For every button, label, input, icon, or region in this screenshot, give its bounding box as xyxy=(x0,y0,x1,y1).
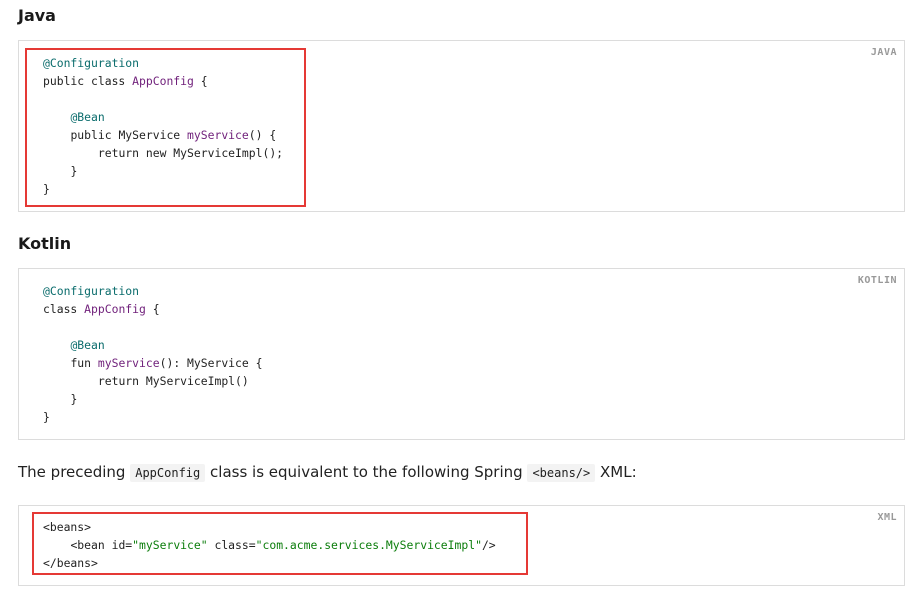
inline-code-beans: <beans/> xyxy=(527,464,596,482)
code-identifier: AppConfig xyxy=(132,74,194,88)
java-heading: Java xyxy=(18,6,56,25)
code-string: "com.acme.services.MyServiceImpl" xyxy=(255,538,482,552)
xml-code: <beans> <bean id="myService" class="com.… xyxy=(43,518,496,572)
code-annotation: @Configuration xyxy=(43,284,140,298)
paragraph-text: class is equivalent to the following Spr… xyxy=(210,463,523,481)
code-line: class xyxy=(43,302,85,316)
code-line: } xyxy=(70,392,78,406)
java-lang-tag: JAVA xyxy=(870,47,897,58)
code-line: } xyxy=(43,410,50,424)
code-line: /> xyxy=(481,538,496,552)
code-line: public class xyxy=(43,74,133,88)
code-line: () { xyxy=(248,128,277,142)
kotlin-code: @Configuration class AppConfig { @Bean f… xyxy=(43,282,262,426)
kotlin-code-block: KOTLIN @Configuration class AppConfig { … xyxy=(18,268,905,440)
xml-code-block: XML <beans> <bean id="myService" class="… xyxy=(18,505,905,586)
code-line: class= xyxy=(207,538,256,552)
code-string: "myService" xyxy=(132,538,208,552)
java-code: @Configuration public class AppConfig { … xyxy=(43,54,283,198)
code-line: </beans> xyxy=(43,556,98,570)
code-line: fun xyxy=(70,356,98,370)
code-line: } xyxy=(70,164,78,178)
code-line: } xyxy=(43,182,50,196)
code-line: { xyxy=(193,74,208,88)
java-code-block: JAVA @Configuration public class AppConf… xyxy=(18,40,905,212)
paragraph-text: The preceding xyxy=(18,463,126,481)
code-line: { xyxy=(145,302,160,316)
code-line: public MyService xyxy=(70,128,188,142)
code-identifier: myService xyxy=(97,356,160,370)
code-line: (): MyService { xyxy=(159,356,263,370)
code-identifier: AppConfig xyxy=(84,302,146,316)
code-annotation: @Bean xyxy=(70,338,105,352)
code-line: return new MyServiceImpl(); xyxy=(97,146,284,160)
code-identifier: myService xyxy=(187,128,249,142)
code-line: <bean id= xyxy=(70,538,133,552)
code-line: return MyServiceImpl() xyxy=(97,374,249,388)
code-annotation: @Bean xyxy=(70,110,105,124)
kotlin-heading: Kotlin xyxy=(18,234,72,253)
xml-lang-tag: XML xyxy=(877,512,897,523)
code-annotation: @Configuration xyxy=(43,56,140,70)
paragraph-text: XML: xyxy=(600,463,637,481)
description-paragraph: The preceding AppConfig class is equival… xyxy=(18,461,637,484)
code-line: <beans> xyxy=(43,520,92,534)
kotlin-lang-tag: KOTLIN xyxy=(857,275,897,286)
inline-code-appconfig: AppConfig xyxy=(130,464,206,482)
